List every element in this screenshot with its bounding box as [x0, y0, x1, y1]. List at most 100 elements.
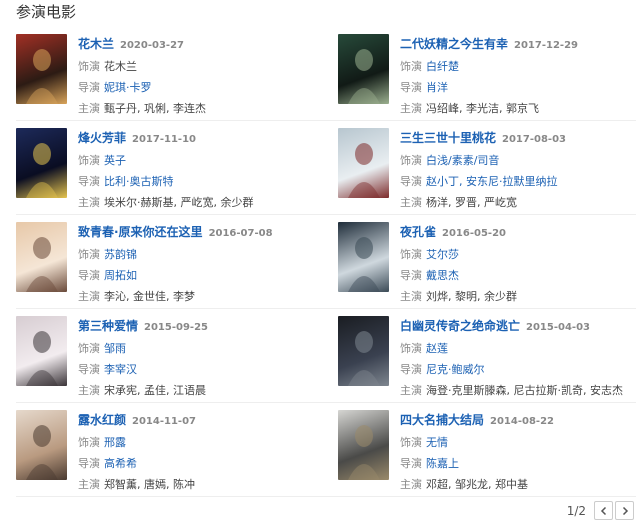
movie-title-link[interactable]: 二代妖精之今生有幸 — [400, 37, 508, 51]
poster-figure-icon — [348, 49, 380, 104]
movie-row: 露水红颜 2014-11-07 饰演 邢露 导演 高希希 主演 郑智薰, 唐嫣, 陈冲 — [16, 403, 636, 497]
movie-info: 第三种爱情 2015-09-25 饰演 邹雨 导演 李宰汉 主演 宋承宪, 孟佳, 江语… — [78, 316, 318, 401]
movie-card: 二代妖精之今生有幸 2017-12-29 饰演 白纤楚 导演 肖洋 主演 冯绍峰, 李光… — [338, 34, 638, 115]
poster-figure-icon — [26, 143, 58, 198]
cast-label: 主演 — [400, 384, 422, 397]
movie-card: 夜孔雀 2016-05-20 饰演 艾尔莎 导演 戴思杰 主演 刘烨, 黎明, 余少群 — [338, 222, 638, 303]
cast-label: 主演 — [400, 196, 422, 209]
director-link[interactable]: 赵小丁, 安东尼·拉默里纳拉 — [426, 175, 558, 188]
role-label: 饰演 — [78, 436, 100, 449]
role-label: 饰演 — [400, 154, 422, 167]
movie-card: 三生三世十里桃花 2017-08-03 饰演 白浅/素素/司音 导演 赵小丁, 安东尼… — [338, 128, 638, 209]
movie-poster[interactable] — [16, 410, 67, 480]
poster-figure-icon — [26, 331, 58, 386]
movie-poster[interactable] — [338, 316, 389, 386]
movie-poster[interactable] — [16, 222, 67, 292]
cast-value: 宋承宪, 孟佳, 江语晨 — [104, 384, 206, 397]
director-link[interactable]: 戴思杰 — [426, 269, 459, 282]
cast-label: 主演 — [78, 290, 100, 303]
chevron-right-icon — [622, 506, 628, 515]
release-date: 2016-05-20 — [442, 228, 506, 239]
movie-poster[interactable] — [16, 316, 67, 386]
release-date: 2014-08-22 — [490, 416, 554, 427]
prev-page-button[interactable] — [594, 501, 613, 520]
pagination: 1/2 — [567, 501, 634, 520]
movie-poster[interactable] — [338, 34, 389, 104]
release-date: 2016-07-08 — [208, 228, 273, 239]
director-label: 导演 — [400, 175, 422, 188]
movie-card: 四大名捕大结局 2014-08-22 饰演 无情 导演 陈嘉上 主演 邓超, 邹兆龙, … — [338, 410, 638, 491]
role-value[interactable]: 邢露 — [104, 436, 126, 449]
movie-title-link[interactable]: 白幽灵传奇之绝命逃亡 — [400, 319, 520, 333]
cast-value: 刘烨, 黎明, 余少群 — [426, 290, 517, 303]
movie-poster[interactable] — [16, 128, 67, 198]
director-link[interactable]: 尼克·鲍威尔 — [426, 363, 485, 376]
movie-row: 花木兰 2020-03-27 饰演 花木兰 导演 妮琪·卡罗 主演 甄子丹, 巩俐, 李… — [16, 27, 636, 121]
role-label: 饰演 — [400, 342, 422, 355]
director-link[interactable]: 李宰汉 — [104, 363, 137, 376]
role-label: 饰演 — [400, 248, 422, 261]
cast-value: 埃米尔·赫斯基, 严屹宽, 余少群 — [104, 196, 254, 209]
movie-title-link[interactable]: 第三种爱情 — [78, 319, 138, 333]
movie-info: 二代妖精之今生有幸 2017-12-29 饰演 白纤楚 导演 肖洋 主演 冯绍峰, 李光… — [400, 34, 640, 119]
movie-poster[interactable] — [16, 34, 67, 104]
release-date: 2014-11-07 — [132, 416, 196, 427]
movie-info: 三生三世十里桃花 2017-08-03 饰演 白浅/素素/司音 导演 赵小丁, 安东尼… — [400, 128, 640, 213]
cast-label: 主演 — [400, 102, 422, 115]
section-title: 参演电影 — [16, 3, 77, 21]
poster-figure-icon — [348, 143, 380, 198]
role-value[interactable]: 无情 — [426, 436, 448, 449]
director-label: 导演 — [400, 457, 422, 470]
movie-row: 第三种爱情 2015-09-25 饰演 邹雨 导演 李宰汉 主演 宋承宪, 孟佳, 江语… — [16, 309, 636, 403]
director-label: 导演 — [400, 269, 422, 282]
cast-value: 郑智薰, 唐嫣, 陈冲 — [104, 478, 195, 491]
role-label: 饰演 — [400, 436, 422, 449]
role-value[interactable]: 苏韵锦 — [104, 248, 137, 261]
role-value[interactable]: 白纤楚 — [426, 60, 459, 73]
release-date: 2015-09-25 — [144, 322, 208, 333]
poster-figure-icon — [348, 425, 380, 480]
movie-title-link[interactable]: 四大名捕大结局 — [400, 413, 484, 427]
movie-title-link[interactable]: 致青春·原来你还在这里 — [78, 225, 203, 239]
movie-title-link[interactable]: 夜孔雀 — [400, 225, 436, 239]
role-value[interactable]: 白浅/素素/司音 — [426, 154, 499, 167]
director-label: 导演 — [78, 269, 100, 282]
cast-label: 主演 — [78, 384, 100, 397]
role-value[interactable]: 艾尔莎 — [426, 248, 459, 261]
director-link[interactable]: 妮琪·卡罗 — [104, 81, 152, 94]
role-value[interactable]: 英子 — [104, 154, 126, 167]
director-link[interactable]: 陈嘉上 — [426, 457, 459, 470]
cast-label: 主演 — [78, 102, 100, 115]
movie-info: 花木兰 2020-03-27 饰演 花木兰 导演 妮琪·卡罗 主演 甄子丹, 巩俐, 李… — [78, 34, 318, 119]
movie-title-link[interactable]: 花木兰 — [78, 37, 114, 51]
movie-card: 白幽灵传奇之绝命逃亡 2015-04-03 饰演 赵莲 导演 尼克·鲍威尔 主演 海登·… — [338, 316, 638, 397]
cast-value: 邓超, 邹兆龙, 郑中基 — [426, 478, 528, 491]
role-value[interactable]: 赵莲 — [426, 342, 448, 355]
director-link[interactable]: 高希希 — [104, 457, 137, 470]
poster-figure-icon — [26, 237, 58, 292]
role-value[interactable]: 邹雨 — [104, 342, 126, 355]
poster-figure-icon — [26, 49, 58, 104]
director-link[interactable]: 比利·奥古斯特 — [104, 175, 174, 188]
movie-title-link[interactable]: 露水红颜 — [78, 413, 126, 427]
cast-label: 主演 — [400, 478, 422, 491]
cast-value: 杨洋, 罗晋, 严屹宽 — [426, 196, 517, 209]
director-label: 导演 — [400, 363, 422, 376]
movie-card: 第三种爱情 2015-09-25 饰演 邹雨 导演 李宰汉 主演 宋承宪, 孟佳, 江语… — [16, 316, 316, 397]
movie-title-link[interactable]: 三生三世十里桃花 — [400, 131, 496, 145]
director-link[interactable]: 周拓如 — [104, 269, 137, 282]
next-page-button[interactable] — [615, 501, 634, 520]
director-label: 导演 — [400, 81, 422, 94]
movie-title-link[interactable]: 烽火芳菲 — [78, 131, 126, 145]
cast-value: 甄子丹, 巩俐, 李连杰 — [104, 102, 206, 115]
movie-row: 致青春·原来你还在这里 2016-07-08 饰演 苏韵锦 导演 周拓如 主演 李沁, … — [16, 215, 636, 309]
movie-row: 烽火芳菲 2017-11-10 饰演 英子 导演 比利·奥古斯特 主演 埃米尔·赫斯基,… — [16, 121, 636, 215]
release-date: 2015-04-03 — [526, 322, 590, 333]
cast-label: 主演 — [78, 196, 100, 209]
movie-poster[interactable] — [338, 128, 389, 198]
movie-poster[interactable] — [338, 222, 389, 292]
movie-poster[interactable] — [338, 410, 389, 480]
director-link[interactable]: 肖洋 — [426, 81, 448, 94]
movie-card: 致青春·原来你还在这里 2016-07-08 饰演 苏韵锦 导演 周拓如 主演 李沁, … — [16, 222, 316, 303]
movie-info: 露水红颜 2014-11-07 饰演 邢露 导演 高希希 主演 郑智薰, 唐嫣, 陈冲 — [78, 410, 318, 495]
